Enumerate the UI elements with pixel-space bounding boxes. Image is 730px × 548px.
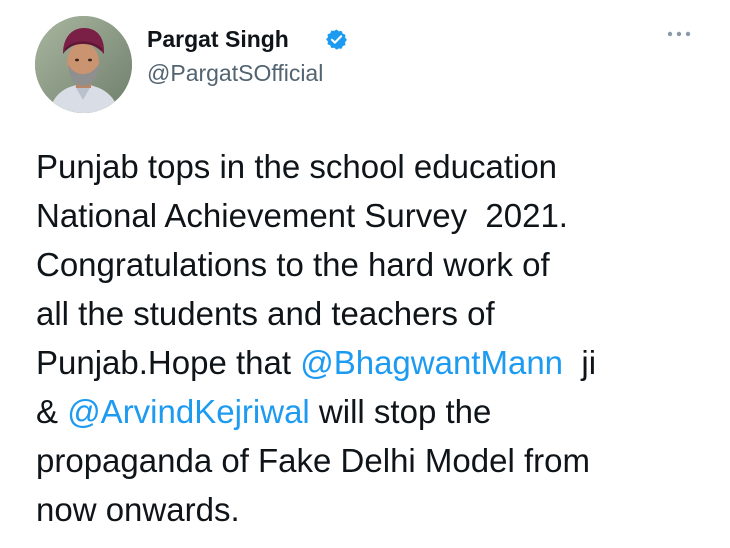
tweet-card: Pargat Singh @PargatSOfficial Punjab top… — [0, 0, 730, 548]
mention-link-bhagwantmann[interactable]: @BhagwantMann — [300, 344, 563, 381]
tweet-line: Punjab tops in the school education — [36, 148, 558, 185]
mention-link-arvindkejriwal[interactable]: @ArvindKejriwal — [67, 393, 310, 430]
tweet-text: Punjab tops in the school education Natio… — [36, 142, 716, 534]
tweet-text-segment: Punjab.Hope that — [36, 344, 301, 381]
avatar-photo-icon — [35, 16, 132, 113]
tweet-text-segment: will stop the — [309, 393, 492, 430]
tweet-line: propaganda of Fake Delhi Model from — [36, 442, 590, 479]
tweet-text-segment: & — [36, 393, 68, 430]
tweet-text-segment: ji — [563, 344, 597, 381]
tweet-line: Punjab.Hope that @BhagwantMann ji — [36, 338, 716, 387]
author-avatar[interactable] — [35, 16, 132, 113]
author-handle[interactable]: @PargatSOfficial — [147, 58, 323, 88]
more-options-icon[interactable] — [664, 24, 694, 44]
tweet-line: National Achievement Survey 2021. — [36, 197, 568, 234]
tweet-line: now onwards. — [36, 491, 240, 528]
author-name[interactable]: Pargat Singh — [147, 24, 289, 54]
tweet-line: & @ArvindKejriwal will stop the — [36, 387, 716, 436]
tweet-line: all the students and teachers of — [36, 295, 495, 332]
tweet-line: Congratulations to the hard work of — [36, 246, 550, 283]
verified-badge-icon — [326, 29, 347, 50]
